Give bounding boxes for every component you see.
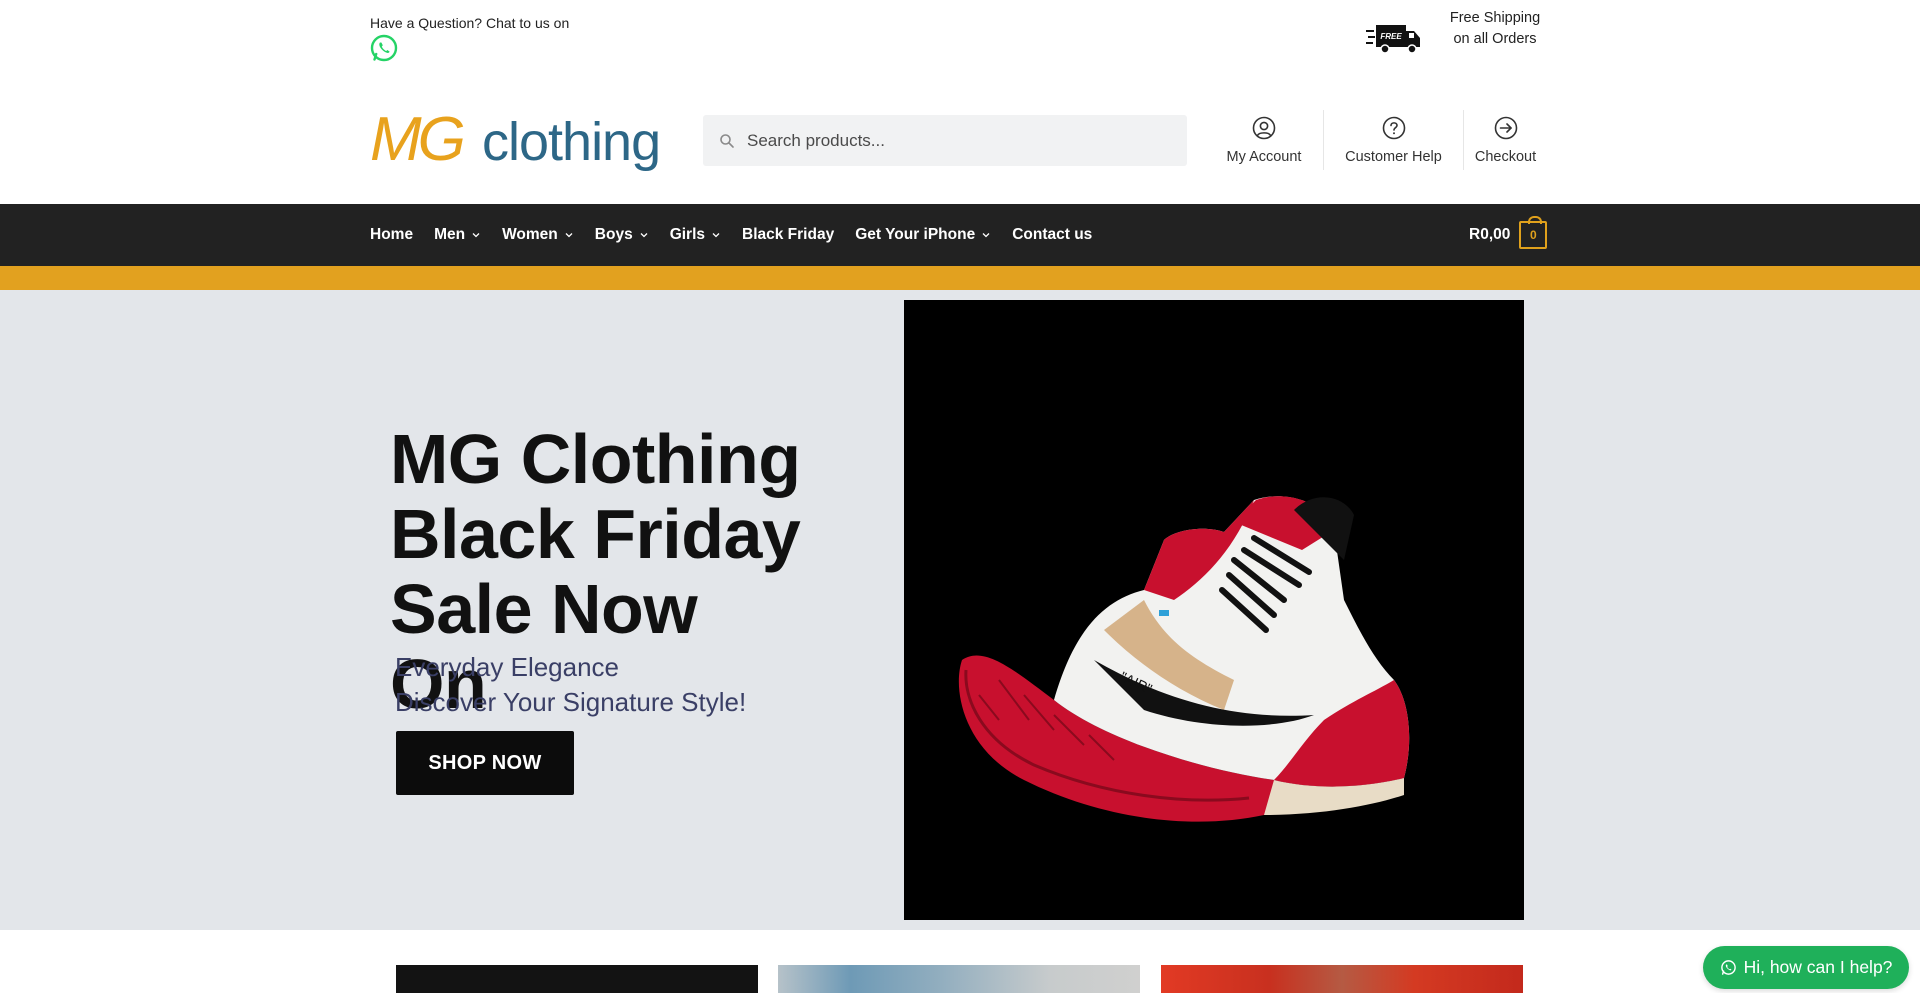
nav-menu: Home Men Women Boys Girls Black Friday G… <box>370 204 1113 266</box>
category-cards <box>0 930 1920 993</box>
customer-help-link[interactable]: Customer Help <box>1323 110 1463 170</box>
nav-item-home[interactable]: Home <box>370 226 413 244</box>
nav-label: Get Your iPhone <box>855 226 976 243</box>
search-bar[interactable] <box>703 115 1187 166</box>
help-circle-icon <box>1382 116 1405 140</box>
whatsapp-icon <box>1720 960 1736 975</box>
cart-button[interactable]: R0,00 0 <box>1469 216 1548 249</box>
checkout-label: Checkout <box>1474 149 1537 165</box>
sneaker-illustration: "AIR" <box>958 496 1410 822</box>
my-account-label: My Account <box>1226 149 1302 165</box>
nav-item-women[interactable]: Women <box>502 226 574 244</box>
shop-now-button[interactable]: SHOP NOW <box>396 731 574 795</box>
nav-item-boys[interactable]: Boys <box>595 226 649 244</box>
site-header: MG clothing My Account Customer Help <box>0 80 1920 204</box>
category-card-1[interactable] <box>396 965 758 993</box>
hero-sneaker-image[interactable]: "AIR" <box>904 300 1524 920</box>
nav-label: Women <box>502 226 558 243</box>
logo-word-text: clothing <box>482 112 660 172</box>
cart-count-badge: 0 <box>1519 216 1548 249</box>
main-nav: Home Men Women Boys Girls Black Friday G… <box>0 204 1920 266</box>
checkout-link[interactable]: Checkout <box>1463 110 1547 170</box>
nav-label: Men <box>434 226 466 243</box>
chat-prompt-text: Have a Question? Chat to us on <box>370 15 570 31</box>
search-input[interactable] <box>747 130 1167 151</box>
nav-label: Boys <box>594 226 633 243</box>
nav-label: Home <box>370 226 414 243</box>
free-shipping-text: Free Shipping on all Orders <box>1440 8 1550 50</box>
customer-help-label: Customer Help <box>1345 149 1442 165</box>
nav-item-girls[interactable]: Girls <box>670 226 721 244</box>
my-account-link[interactable]: My Account <box>1205 110 1323 170</box>
shipping-line-1: Free Shipping <box>1449 10 1541 26</box>
header-links: My Account Customer Help Checkout <box>1205 110 1547 170</box>
hero-banner: MG Clothing Black Friday Sale Now On Eve… <box>0 290 1920 930</box>
chevron-down-icon <box>640 233 648 238</box>
truck-badge-text: FREE <box>1380 32 1402 41</box>
arrow-circle-icon <box>1494 116 1517 140</box>
nav-item-black-friday[interactable]: Black Friday <box>742 226 834 244</box>
category-card-2[interactable] <box>778 965 1140 993</box>
chevron-down-icon <box>712 233 720 238</box>
nav-label: Black Friday <box>742 226 835 243</box>
nav-item-men[interactable]: Men <box>434 226 481 244</box>
chat-widget-label: Hi, how can I help? <box>1743 957 1893 977</box>
top-bar: Have a Question? Chat to us on FREE Free… <box>0 0 1920 80</box>
chevron-down-icon <box>565 233 573 238</box>
user-circle-icon <box>1252 116 1276 140</box>
nav-item-contact-us[interactable]: Contact us <box>1012 226 1092 244</box>
nav-label: Contact us <box>1012 226 1093 243</box>
hero-subtitle: Everyday Elegance Discover Your Signatur… <box>395 650 746 720</box>
mg-clothing-logo[interactable]: MG clothing <box>370 100 660 180</box>
chevron-down-icon <box>472 233 480 238</box>
shipping-line-2: on all Orders <box>1453 31 1537 47</box>
nav-item-get-your-iphone[interactable]: Get Your iPhone <box>855 226 991 244</box>
whatsapp-icon[interactable] <box>370 34 398 62</box>
hero-subtitle-line-1: Everyday Elegance <box>395 652 620 682</box>
nav-label: Girls <box>669 226 706 243</box>
chevron-down-icon <box>982 233 990 238</box>
free-shipping-truck-icon: FREE <box>1366 25 1420 54</box>
hero-subtitle-line-2: Discover Your Signature Style! <box>395 687 747 717</box>
accent-strip <box>0 266 1920 290</box>
search-icon <box>720 133 734 148</box>
cart-amount: R0,00 <box>1469 226 1511 243</box>
chat-widget-button[interactable]: Hi, how can I help? <box>1703 946 1909 989</box>
category-card-3[interactable] <box>1161 965 1523 993</box>
logo-mg-text: MG <box>370 105 464 174</box>
